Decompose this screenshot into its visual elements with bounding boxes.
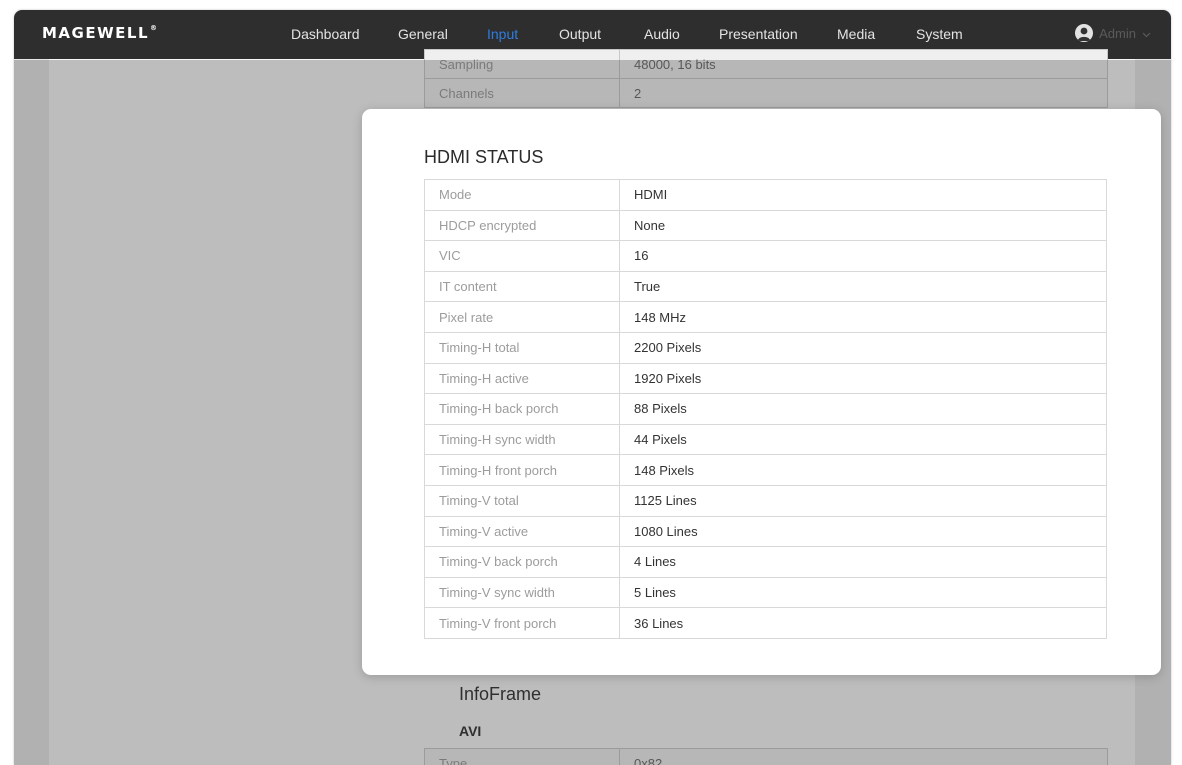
row-key: Timing-H back porch — [424, 393, 620, 425]
nav-media[interactable]: Media — [837, 26, 875, 42]
row-key: Timing-V total — [424, 484, 620, 517]
row-value: 1920 Pixels — [619, 362, 1107, 395]
table-row: Timing-H back porch 88 Pixels — [424, 393, 1107, 425]
table-row: Timing-V back porch 4 Lines — [424, 546, 1107, 578]
row-key: Mode — [424, 179, 620, 211]
nav-presentation[interactable]: Presentation — [719, 26, 798, 42]
table-row: Timing-H total 2200 Pixels — [424, 331, 1107, 364]
row-value: 148 Pixels — [619, 454, 1107, 486]
row-key: Timing-V sync width — [424, 576, 620, 609]
nav-general[interactable]: General — [398, 26, 448, 42]
table-row: Mode HDMI — [424, 179, 1107, 211]
row-key: Timing-V back porch — [424, 546, 620, 578]
row-value: 44 Pixels — [619, 423, 1107, 456]
table-row: IT content True — [424, 270, 1107, 303]
dialog-title: HDMI STATUS — [424, 147, 544, 167]
nav-dashboard[interactable]: Dashboard — [291, 26, 360, 42]
table-row: Timing-V active 1080 Lines — [424, 515, 1107, 548]
user-menu[interactable]: Admin — [1075, 24, 1151, 42]
row-key: Timing-H total — [424, 331, 620, 364]
row-value: True — [619, 270, 1107, 303]
row-value: 16 — [619, 240, 1107, 272]
registered-mark: ® — [150, 24, 159, 32]
logo-text: MAGEWELL — [42, 24, 150, 42]
table-row: Timing-V sync width 5 Lines — [424, 576, 1107, 609]
hdmi-status-table: Mode HDMI HDCP encrypted None VIC 16 IT con… — [424, 179, 1107, 639]
row-key: Timing-H active — [424, 362, 620, 395]
row-value: 4 Lines — [619, 546, 1107, 578]
table-row: Timing-H front porch 148 Pixels — [424, 454, 1107, 486]
nav-audio[interactable]: Audio — [644, 26, 680, 42]
user-avatar-icon — [1075, 24, 1094, 42]
hdmi-status-dialog: HDMI STATUS Mode HDMI HDCP encrypted None … — [362, 109, 1161, 675]
table-row: Pixel rate 148 MHz — [424, 301, 1107, 333]
table-row: VIC 16 — [424, 240, 1107, 272]
row-value: 88 Pixels — [619, 393, 1107, 425]
row-key: VIC — [424, 240, 620, 272]
row-value: 5 Lines — [619, 576, 1107, 609]
chevron-down-icon — [1142, 26, 1151, 41]
row-key: Timing-H sync width — [424, 423, 620, 456]
table-row: Timing-H active 1920 Pixels — [424, 362, 1107, 395]
table-row: Timing-H sync width 44 Pixels — [424, 423, 1107, 456]
row-value: 1125 Lines — [619, 484, 1107, 517]
nav-system[interactable]: System — [916, 26, 963, 42]
row-value: 2200 Pixels — [619, 331, 1107, 364]
nav-output[interactable]: Output — [559, 26, 601, 42]
row-key: Timing-H front porch — [424, 454, 620, 486]
table-row: HDCP encrypted None — [424, 209, 1107, 242]
row-key: Timing-V active — [424, 515, 620, 548]
table-row: Timing-V front porch 36 Lines — [424, 607, 1107, 639]
row-value: None — [619, 209, 1107, 242]
row-key: IT content — [424, 270, 620, 303]
table-row: Timing-V total 1125 Lines — [424, 484, 1107, 517]
row-key: Timing-V front porch — [424, 607, 620, 639]
row-value: 148 MHz — [619, 301, 1107, 333]
nav-input[interactable]: Input — [487, 26, 518, 42]
magewell-logo[interactable]: MAGEWELL® — [42, 24, 159, 44]
row-value: 36 Lines — [619, 607, 1107, 639]
row-key: HDCP encrypted — [424, 209, 620, 242]
row-key: Pixel rate — [424, 301, 620, 333]
user-name: Admin — [1099, 25, 1136, 41]
row-value: 1080 Lines — [619, 515, 1107, 548]
row-value: HDMI — [619, 179, 1107, 211]
